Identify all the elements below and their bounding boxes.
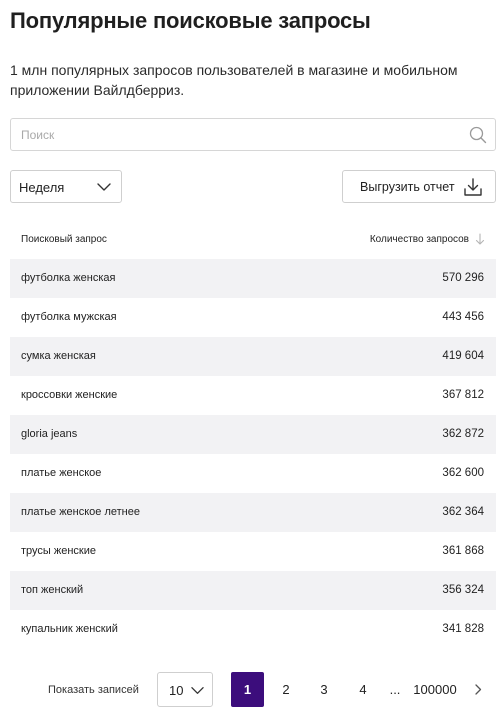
count-cell: 361 868 [442, 545, 484, 557]
count-cell: 356 324 [442, 584, 484, 596]
page-ellipsis: ... [389, 682, 401, 697]
query-cell: трусы женские [21, 545, 96, 557]
table-row[interactable]: трусы женские 361 868 [10, 532, 496, 571]
count-cell: 341 828 [442, 623, 484, 635]
query-cell: платье женское летнее [21, 506, 140, 518]
page-size-select[interactable]: 10 [157, 672, 213, 707]
download-icon [464, 178, 482, 196]
query-cell: кроссовки женские [21, 389, 118, 401]
page-button-last[interactable]: 100000 [408, 672, 462, 707]
pagination: Показать записей 10 1 2 3 4 ... 100000 [0, 672, 504, 708]
export-report-button[interactable]: Выгрузить отчет [342, 170, 496, 203]
query-cell: футболка женская [21, 272, 116, 284]
table-row[interactable]: купальник женский 341 828 [10, 610, 496, 649]
sort-arrow-down-icon[interactable] [475, 233, 485, 245]
page-title: Популярные поисковые запросы [10, 8, 371, 33]
query-cell: сумка женская [21, 350, 96, 362]
count-cell: 419 604 [442, 350, 484, 362]
table-row[interactable]: сумка женская 419 604 [10, 337, 496, 376]
page-button-2[interactable]: 2 [272, 672, 300, 707]
query-cell: топ женский [21, 584, 84, 596]
column-header-query: Поисковый запрос [21, 234, 107, 245]
page-size-value: 10 [169, 683, 184, 698]
page-button-4[interactable]: 4 [349, 672, 377, 707]
column-header-count[interactable]: Количество запросов [370, 234, 469, 245]
search-input[interactable] [11, 119, 495, 150]
search-icon[interactable] [469, 126, 487, 144]
chevron-right-icon[interactable] [472, 683, 484, 696]
table-row[interactable]: платье женское летнее 362 364 [10, 493, 496, 532]
table-row[interactable]: кроссовки женские 367 812 [10, 376, 496, 415]
table-row[interactable]: футболка женская 570 296 [10, 259, 496, 298]
table-header: Поисковый запрос Количество запросов [10, 222, 496, 258]
count-cell: 570 296 [442, 272, 484, 284]
table-row[interactable]: футболка мужская 443 456 [10, 298, 496, 337]
query-cell: платье женское [21, 467, 102, 479]
search-box [10, 118, 496, 151]
period-select-value: Неделя [19, 180, 65, 195]
period-select[interactable]: Неделя [10, 170, 122, 203]
page-button-3[interactable]: 3 [310, 672, 338, 707]
count-cell: 362 872 [442, 428, 484, 440]
table-row[interactable]: топ женский 356 324 [10, 571, 496, 610]
page-button-1[interactable]: 1 [231, 672, 264, 707]
count-cell: 362 600 [442, 467, 484, 479]
query-cell: купальник женский [21, 623, 118, 635]
table-body: футболка женская 570 296 футболка мужска… [10, 259, 496, 649]
page-size-label: Показать записей [48, 684, 139, 696]
export-report-label: Выгрузить отчет [360, 180, 455, 194]
table-row[interactable]: платье женское 362 600 [10, 454, 496, 493]
count-cell: 367 812 [442, 389, 484, 401]
count-cell: 443 456 [442, 311, 484, 323]
query-cell: футболка мужская [21, 311, 117, 323]
count-cell: 362 364 [442, 506, 484, 518]
chevron-down-icon [97, 183, 111, 191]
query-cell: gloria jeans [21, 428, 78, 440]
table-row[interactable]: gloria jeans 362 872 [10, 415, 496, 454]
chevron-down-icon [191, 687, 204, 694]
page-description: 1 млн популярных запросов пользователей … [10, 62, 458, 98]
